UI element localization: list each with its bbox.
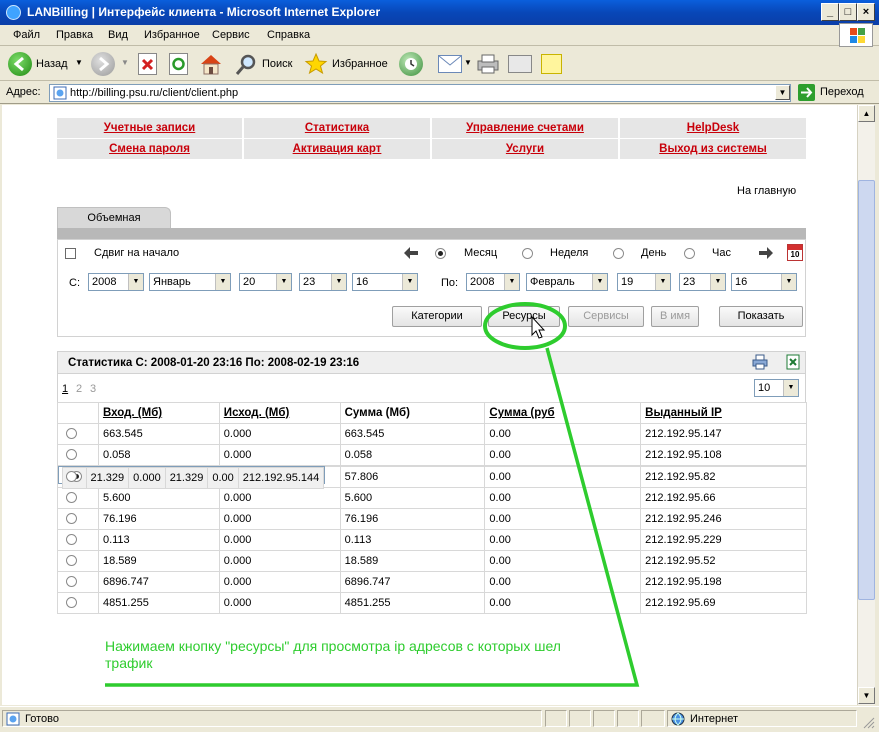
back-dropdown-icon[interactable]: ▼ [75,58,83,67]
menu-favorites[interactable]: Избранное [144,29,200,41]
status-section [545,710,567,727]
history-icon[interactable] [399,52,423,76]
vertical-scrollbar[interactable]: ▲ ▼ [857,105,875,705]
search-button[interactable]: Поиск [262,58,292,70]
annotation-overlay [105,302,640,687]
mail-dropdown-icon[interactable]: ▼ [464,58,472,67]
status-main: Готово [2,710,542,727]
scroll-thumb[interactable] [858,180,875,600]
maximize-button[interactable]: □ [839,3,857,21]
forward-arrow-icon[interactable] [91,52,115,76]
menu-view[interactable]: Вид [108,29,128,41]
status-section [641,710,665,727]
menu-edit[interactable]: Правка [56,29,93,41]
address-label: Адрес: [6,86,41,98]
page-done-icon [6,712,20,726]
toolbar: Назад ▼ ▼ Поиск Избранное ▼ [0,47,879,81]
status-section [617,710,639,727]
edit-icon[interactable] [508,55,532,73]
menu-file[interactable]: Файл [13,29,40,41]
home-icon[interactable] [199,52,223,76]
close-button[interactable]: × [857,3,875,21]
menu-help[interactable]: Справка [267,29,310,41]
messenger-note-icon[interactable] [541,54,562,74]
mail-icon[interactable] [438,55,462,73]
annotation-pointer-line [105,347,640,687]
back-arrow-icon[interactable] [8,52,32,76]
status-zone-text: Интернет [690,713,738,725]
window-title: LANBilling | Интерфейс клиента - Microso… [27,5,381,19]
print-icon[interactable] [476,54,500,74]
address-dropdown-icon[interactable]: ▼ [775,85,790,100]
status-zone: Интернет [667,710,857,727]
annotation-line-2: трафик [105,655,153,671]
scroll-up-icon[interactable]: ▲ [858,105,875,122]
page-icon [53,86,67,100]
annotation-line-1: Нажимаем кнопку "ресурсы" для просмотра … [105,638,561,654]
favorites-button[interactable]: Избранное [332,58,388,70]
favorites-star-icon[interactable] [304,52,328,76]
menu-bar: Файл Правка Вид Избранное Сервис Справка [0,25,879,46]
search-icon[interactable] [234,53,258,77]
highlight-ellipse [483,302,567,350]
back-button[interactable]: Назад [36,58,68,70]
menu-tools[interactable]: Сервис [212,29,250,41]
status-text: Готово [25,713,59,725]
scroll-down-icon[interactable]: ▼ [858,687,875,704]
title-bar: LANBilling | Интерфейс клиента - Microso… [0,0,879,25]
address-input[interactable]: http://billing.psu.ru/client/client.php … [49,84,791,102]
windows-logo-icon [839,23,873,47]
mouse-cursor-icon [531,315,546,339]
annotation-text: Нажимаем кнопку "ресурсы" для просмотра … [105,638,665,672]
ie-icon [6,5,21,20]
stop-icon[interactable] [138,53,157,75]
resize-grip-icon[interactable] [861,715,875,729]
status-bar: Готово Интернет [0,706,879,730]
address-bar: Адрес: http://billing.psu.ru/client/clie… [0,82,879,104]
page-content: Учетные записи Статистика Управление сче… [2,105,857,705]
globe-icon [671,712,685,726]
address-url: http://billing.psu.ru/client/client.php [70,87,239,99]
minimize-button[interactable]: _ [821,3,839,21]
refresh-icon[interactable] [169,53,188,75]
status-section [569,710,591,727]
go-arrow-icon[interactable] [798,84,815,101]
go-button[interactable]: Переход [820,86,864,98]
status-section [593,710,615,727]
forward-dropdown-icon[interactable]: ▼ [121,58,129,67]
